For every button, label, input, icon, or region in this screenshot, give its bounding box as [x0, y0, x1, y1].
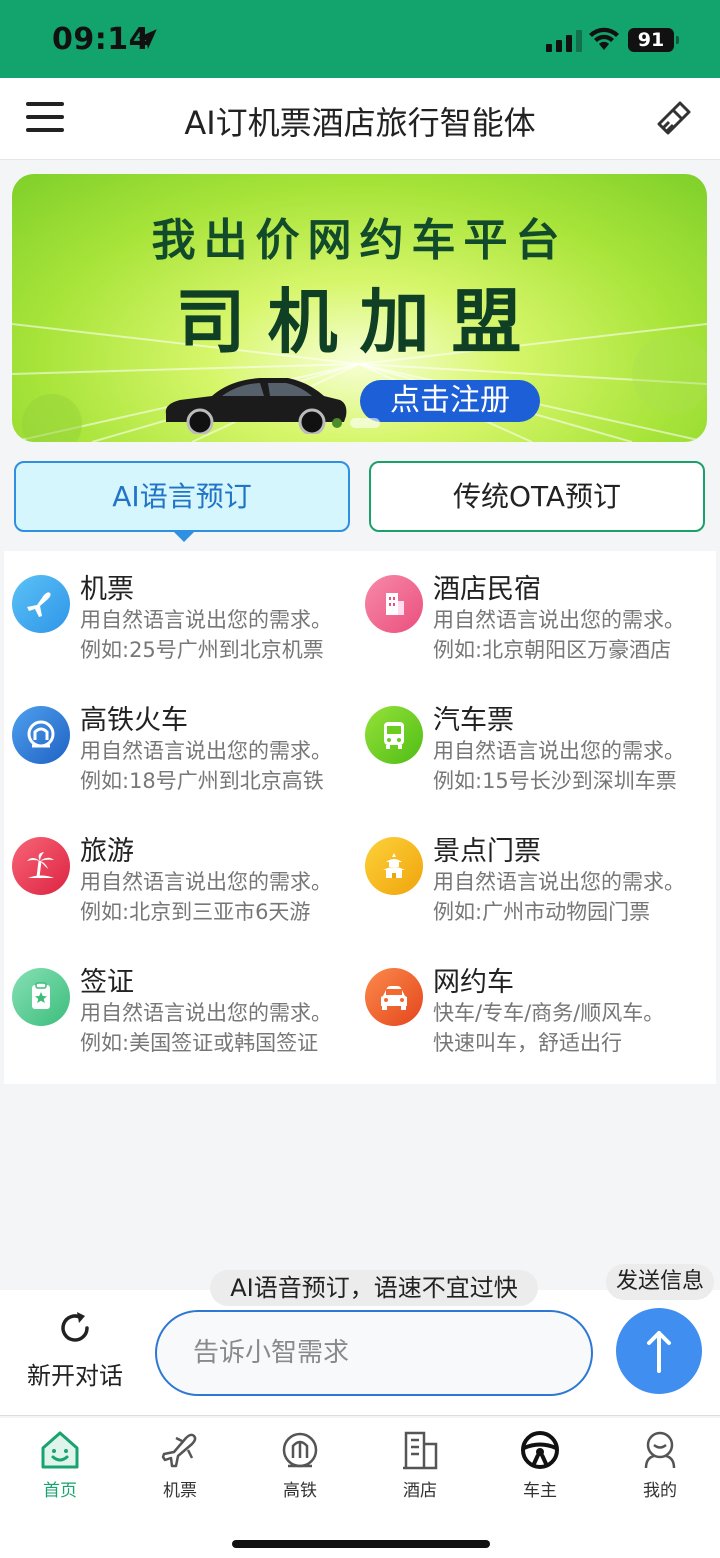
nav-bar: AI订机票酒店旅行智能体: [0, 78, 720, 160]
clear-broom-icon[interactable]: [654, 100, 692, 138]
palm-tree-icon: [12, 837, 70, 895]
hotel-icon: [403, 1431, 438, 1470]
service-title: 网约车: [433, 967, 514, 998]
service-desc: 用自然语言说出您的需求。 例如:北京朝阳区万豪酒店: [433, 608, 685, 662]
tab-label: 车主: [523, 1481, 557, 1501]
service-title: 机票: [80, 574, 134, 605]
service-title: 景点门票: [433, 836, 541, 867]
car-icon: [365, 968, 423, 1026]
tab-train[interactable]: 高铁: [240, 1428, 360, 1501]
airplane-icon: [161, 1433, 197, 1468]
wifi-icon: [589, 27, 619, 50]
status-bar: 09:14 91: [0, 0, 720, 78]
tab-label: 首页: [43, 1481, 77, 1501]
service-attraction-tickets[interactable]: 景点门票 用自然语言说出您的需求。 例如:广州市动物园门票: [357, 813, 707, 924]
service-desc: 用自然语言说出您的需求。 例如:18号广州到北京高铁: [80, 739, 332, 793]
service-title: 酒店民宿: [433, 574, 541, 605]
service-ride-hailing[interactable]: 网约车 快车/专车/商务/顺风车。 快速叫车，舒适出行: [357, 944, 707, 1055]
page-title: AI订机票酒店旅行智能体: [184, 104, 536, 142]
location-arrow-icon: [137, 29, 157, 49]
service-title: 高铁火车: [80, 705, 188, 736]
car-image: [165, 378, 347, 434]
promo-banner[interactable]: 我出价网约车平台 司机加盟 点击注册: [12, 174, 707, 442]
tab-label: 我的: [643, 1481, 677, 1501]
service-title: 签证: [80, 967, 134, 998]
register-button[interactable]: 点击注册: [360, 380, 540, 422]
tab-label: 酒店: [403, 1481, 437, 1501]
service-desc: 用自然语言说出您的需求。 例如:广州市动物园门票: [433, 870, 685, 924]
tab-ai-booking[interactable]: AI语言预订: [14, 461, 350, 542]
airplane-icon: [12, 575, 70, 633]
service-flight[interactable]: 机票 用自然语言说出您的需求。 例如:25号广州到北京机票: [4, 551, 354, 662]
tab-profile[interactable]: 我的: [600, 1428, 720, 1501]
service-bus[interactable]: 汽车票 用自然语言说出您的需求。 例如:15号长沙到深圳车票: [357, 682, 707, 793]
tab-label: 机票: [163, 1481, 197, 1501]
service-desc: 用自然语言说出您的需求。 例如:北京到三亚市6天游: [80, 870, 332, 924]
train-icon: [282, 1432, 318, 1468]
voice-hint-tooltip: AI语音预订，语速不宜过快: [210, 1270, 538, 1306]
service-title: 旅游: [80, 836, 134, 867]
train-icon: [12, 706, 70, 764]
service-desc: 用自然语言说出您的需求。 例如:美国签证或韩国签证: [80, 1001, 332, 1055]
message-input[interactable]: [155, 1310, 593, 1396]
building-icon: [365, 575, 423, 633]
pagination-dot-active: [350, 418, 380, 428]
service-desc: 用自然语言说出您的需求。 例如:25号广州到北京机票: [80, 608, 332, 662]
service-desc: 快车/专车/商务/顺风车。 快速叫车，舒适出行: [433, 1001, 665, 1055]
arrow-up-icon: [647, 1331, 671, 1373]
service-train[interactable]: 高铁火车 用自然语言说出您的需求。 例如:18号广州到北京高铁: [4, 682, 354, 793]
bottom-tab-bar: 首页 机票 高铁 酒店 车主 我的: [0, 1418, 720, 1558]
banner-subheadline: 司机加盟: [175, 281, 544, 363]
steering-wheel-icon: [521, 1431, 559, 1469]
tab-home[interactable]: 首页: [0, 1428, 120, 1501]
home-indicator: [232, 1540, 490, 1548]
home-icon: [41, 1431, 79, 1469]
tab-hotel[interactable]: 酒店: [360, 1428, 480, 1501]
refresh-icon: [61, 1312, 89, 1342]
pagoda-icon: [365, 837, 423, 895]
service-travel[interactable]: 旅游 用自然语言说出您的需求。 例如:北京到三亚市6天游: [4, 813, 354, 924]
send-button[interactable]: [616, 1308, 702, 1394]
tab-driver[interactable]: 车主: [480, 1428, 600, 1501]
service-title: 汽车票: [433, 705, 514, 736]
service-visa[interactable]: 签证 用自然语言说出您的需求。 例如:美国签证或韩国签证: [4, 944, 354, 1055]
tab-label: 高铁: [283, 1481, 317, 1501]
service-grid: 机票 用自然语言说出您的需求。 例如:25号广州到北京机票 酒店民宿 用自然语言说…: [4, 551, 716, 1084]
banner-headline: 我出价网约车平台: [151, 215, 568, 266]
tab-ota-booking[interactable]: 传统OTA预订: [369, 461, 705, 532]
new-chat-label: 新开对话: [27, 1362, 123, 1390]
banner-pagination: [332, 418, 380, 428]
user-icon: [644, 1431, 676, 1469]
bus-icon: [365, 706, 423, 764]
visa-icon: [12, 968, 70, 1026]
service-desc: 用自然语言说出您的需求。 例如:15号长沙到深圳车票: [433, 739, 685, 793]
send-hint-tooltip: 发送信息: [606, 1264, 714, 1300]
battery-icon: 91: [628, 28, 679, 52]
pagination-dot: [332, 418, 342, 428]
chat-bar: 新开对话: [0, 1290, 720, 1416]
service-hotel[interactable]: 酒店民宿 用自然语言说出您的需求。 例如:北京朝阳区万豪酒店: [357, 551, 707, 662]
tab-flights[interactable]: 机票: [120, 1428, 240, 1501]
cellular-signal-icon: [546, 30, 582, 52]
new-chat-button[interactable]: 新开对话: [14, 1308, 136, 1398]
